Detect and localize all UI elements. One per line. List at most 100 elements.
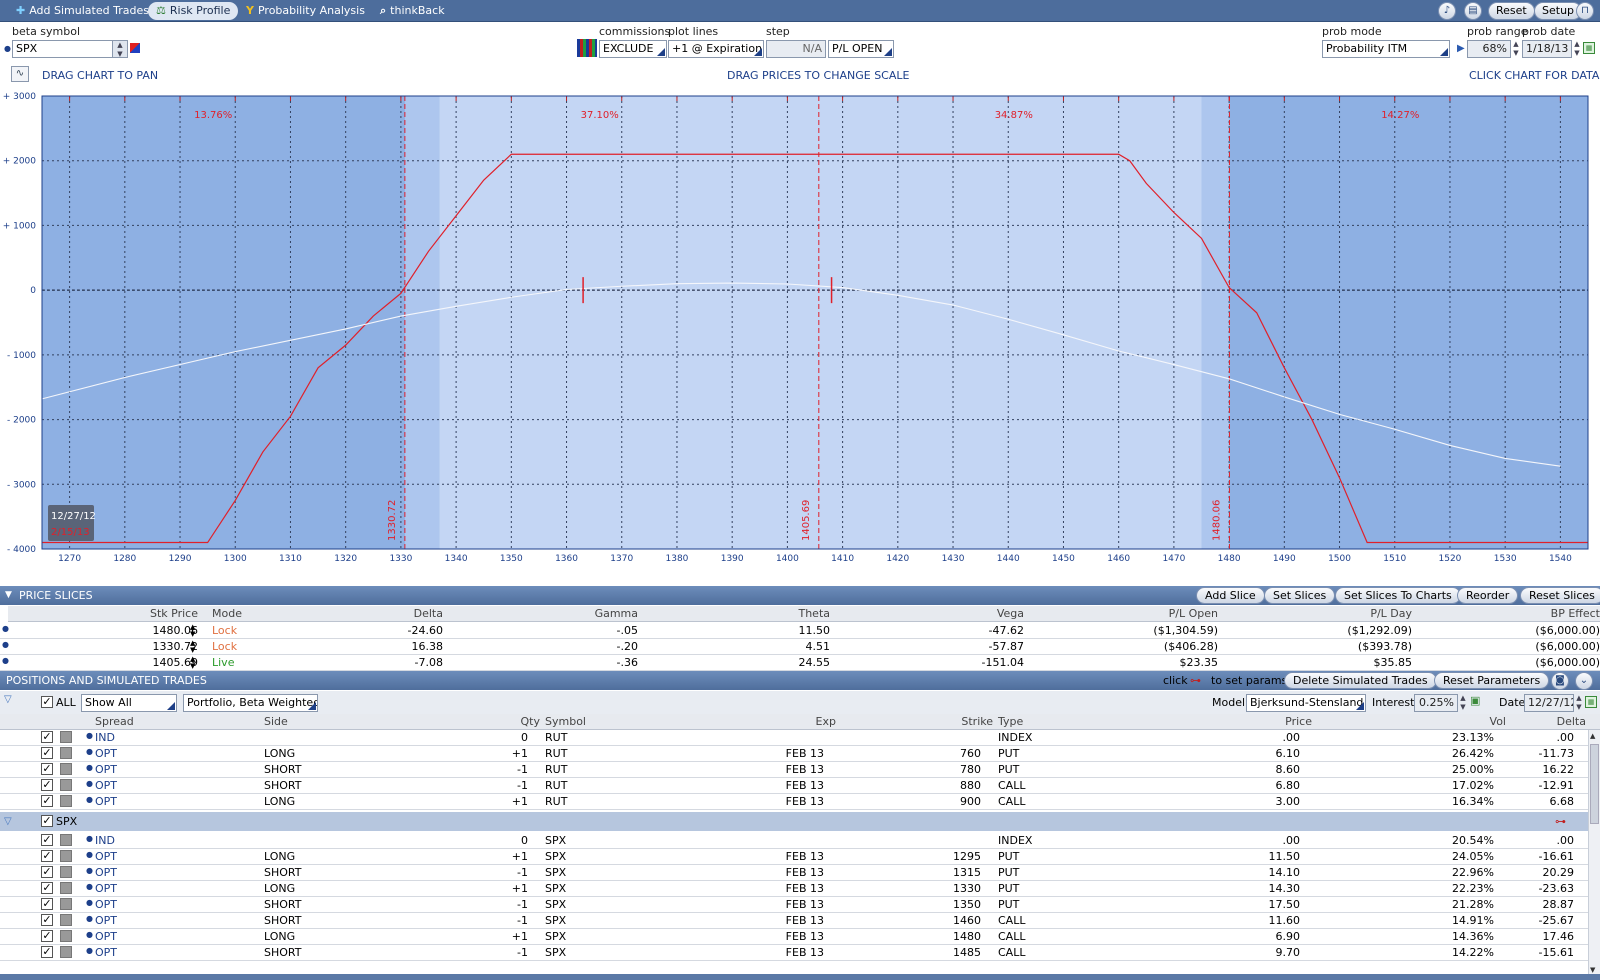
position-checkbox[interactable]: ✓ [41,930,53,942]
lock-small-icon[interactable]: ▣ [1470,694,1480,707]
setup-button[interactable]: Setup [1534,2,1583,20]
scroll-up-icon[interactable]: ▲ [1590,732,1595,740]
pos-col-spread[interactable]: Spread [95,715,134,728]
slice-col-mode[interactable]: Mode [212,607,242,620]
position-row[interactable]: ✓ ● OPT LONG +1 SPX FEB 13 1480 CALL 6.90 14.36% 17… [0,929,1588,945]
delete-simulated-trades-button[interactable]: Delete Simulated Trades [1284,672,1437,689]
position-color-swatch[interactable] [60,898,72,910]
position-settings-icon[interactable]: ● [86,834,93,843]
slice-settings-icon[interactable]: ● [2,640,9,649]
position-settings-icon[interactable]: ● [86,850,93,859]
stock-price-stepper[interactable]: ▲ ▼ [190,624,195,638]
pos-col-strike[interactable]: Strike [961,715,993,728]
collapse-group-icon[interactable]: ▽ [4,812,12,831]
slice-button-reorder[interactable]: Reorder [1457,587,1519,604]
position-settings-icon[interactable]: ● [86,731,93,740]
position-row[interactable]: ✓ ● OPT LONG +1 SPX FEB 13 1295 PUT 11.50 24.05% -1… [0,849,1588,865]
group-header-spx[interactable]: ▽ ✓ SPX ⊶ [0,812,1588,831]
position-checkbox[interactable]: ✓ [41,779,53,791]
collapse-all-icon[interactable]: ▽ [4,694,12,705]
slice-button-set-slices[interactable]: Set Slices [1264,587,1336,604]
slice-row[interactable]: ● 1330.72 ▲ ▼ Lock 16.38 -.20 4.51 -57.87 ($406.2… [0,639,1600,655]
model-dropdown[interactable]: Bjerksund-Stensland [1246,694,1366,712]
position-checkbox[interactable]: ✓ [41,763,53,775]
position-checkbox[interactable]: ✓ [41,850,53,862]
position-settings-icon[interactable]: ● [86,779,93,788]
date-field[interactable]: 12/27/12 [1524,694,1574,712]
position-color-swatch[interactable] [60,779,72,791]
position-settings-icon[interactable]: ● [86,795,93,804]
lock-icon[interactable]: ⊓ [1576,2,1594,20]
position-row[interactable]: ✓ ● IND 0 RUT INDEX .00 23.13% .00 [0,730,1588,746]
step-field[interactable]: N/A [766,40,826,58]
position-row[interactable]: ✓ ● OPT SHORT -1 RUT FEB 13 880 CALL 6.80 17.02% -1… [0,778,1588,794]
slice-col-stk-price[interactable]: Stk Price [150,607,198,620]
position-settings-icon[interactable]: ● [86,866,93,875]
positions-scrollbar[interactable]: ▲ ▼ [1588,730,1600,976]
slice-settings-icon[interactable]: ● [2,656,9,665]
position-settings-icon[interactable]: ● [86,882,93,891]
scroll-thumb[interactable] [1590,744,1599,824]
position-color-swatch[interactable] [60,946,72,958]
position-color-swatch[interactable] [60,834,72,846]
slice-button-add-slice[interactable]: Add Slice [1196,587,1265,604]
reset-button[interactable]: Reset [1488,2,1535,20]
position-settings-icon[interactable]: ● [86,898,93,907]
group-params-icon[interactable]: ⊶ [1555,812,1566,831]
commissions-dropdown[interactable]: EXCLUDE [599,40,667,58]
prob-date-stepper[interactable]: ▲ ▼ [1572,40,1582,58]
position-checkbox[interactable]: ✓ [41,882,53,894]
position-color-swatch[interactable] [60,882,72,894]
pos-col-exp[interactable]: Exp [816,715,836,728]
color-picker-icon[interactable] [130,43,140,53]
position-checkbox[interactable]: ✓ [41,946,53,958]
pos-col-price[interactable]: Price [1285,715,1312,728]
risk-profile-chart-area[interactable]: 1270 1280 1290 1300 1310 1320 1330 1340 1350 1360… [0,90,1600,585]
position-checkbox[interactable]: ✓ [41,747,53,759]
position-color-swatch[interactable] [60,914,72,926]
prob-range-field[interactable]: 68% [1467,40,1511,58]
slice-col-gamma[interactable]: Gamma [595,607,638,620]
prob-range-stepper[interactable]: ▲ ▼ [1511,40,1521,58]
pos-col-side[interactable]: Side [264,715,288,728]
interest-field[interactable]: 0.25% [1414,694,1458,712]
position-color-swatch[interactable] [60,930,72,942]
position-row[interactable]: ✓ ● OPT SHORT -1 SPX FEB 13 1460 CALL 11.60 14.91%… [0,913,1588,929]
position-settings-icon[interactable]: ● [86,763,93,772]
position-row[interactable]: ✓ ● OPT LONG +1 RUT FEB 13 900 CALL 3.00 16.34% 6.6… [0,794,1588,810]
position-row[interactable]: ✓ ● OPT LONG +1 RUT FEB 13 760 PUT 6.10 26.42% -11.… [0,746,1588,762]
camera-icon[interactable]: ◙ [1551,672,1569,690]
chart-style-icon[interactable]: ∿ [11,66,29,82]
add-simulated-trades-button[interactable]: ✚ Add Simulated Trades [8,2,157,20]
position-checkbox[interactable]: ✓ [41,898,53,910]
calendar-icon[interactable]: ▦ [1583,42,1595,54]
tab-probability-analysis[interactable]: Y Probability Analysis [238,2,373,20]
pos-col-vol[interactable]: Vol [1490,715,1506,728]
position-settings-icon[interactable]: ● [86,946,93,955]
expand-icon[interactable]: ⌄ [1575,672,1593,690]
slice-col-delta[interactable]: Delta [414,607,443,620]
position-checkbox[interactable]: ✓ [41,866,53,878]
show-all-dropdown[interactable]: Show All [81,694,177,712]
stock-price-stepper[interactable]: ▲ ▼ [190,656,195,670]
slice-button-set-slices-to-charts[interactable]: Set Slices To Charts [1335,587,1461,604]
position-color-swatch[interactable] [60,850,72,862]
position-settings-icon[interactable]: ● [86,914,93,923]
position-checkbox[interactable]: ✓ [41,731,53,743]
collapse-icon[interactable]: ▼ [5,586,12,605]
interest-stepper[interactable]: ▲ ▼ [1458,694,1468,712]
slice-row[interactable]: ● 1405.69 ▲ ▼ Live -7.08 -.36 24.55 -151.04 $23.3… [0,655,1600,671]
position-checkbox[interactable]: ✓ [41,914,53,926]
slice-col-bp-effect[interactable]: BP Effect [1551,607,1600,620]
slice-col-theta[interactable]: Theta [798,607,830,620]
commission-grid-icon[interactable] [577,39,597,57]
position-color-swatch[interactable] [60,795,72,807]
position-row[interactable]: ✓ ● OPT SHORT -1 SPX FEB 13 1315 PUT 14.10 22.96% 2… [0,865,1588,881]
group-checkbox[interactable]: ✓ [41,815,53,827]
date-stepper[interactable]: ▲ ▼ [1574,694,1584,712]
pos-col-symbol[interactable]: Symbol [545,715,586,728]
position-settings-icon[interactable]: ● [86,930,93,939]
slice-row[interactable]: ● 1480.06 ▲ ▼ Lock -24.60 -.05 11.50 -47.62 ($1,3… [0,623,1600,639]
pos-col-delta[interactable]: Delta [1557,715,1586,728]
beta-symbol-input[interactable]: SPX [12,40,118,58]
